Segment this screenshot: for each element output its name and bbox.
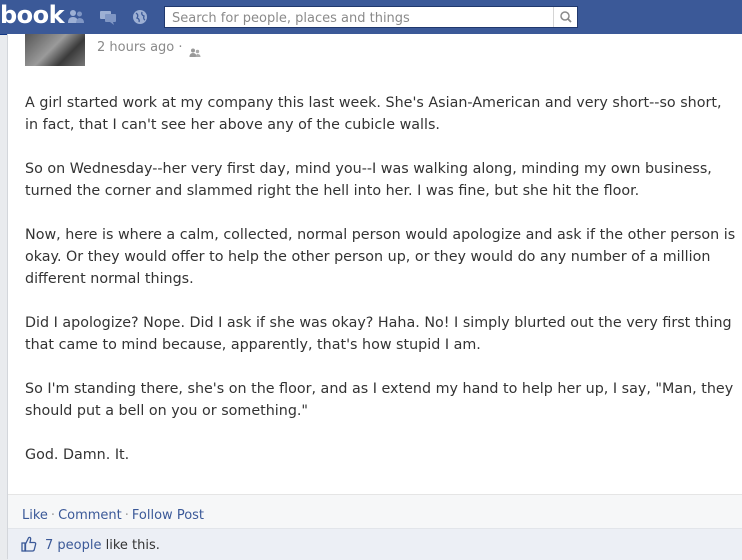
post-paragraph: So I'm standing there, she's on the floo… [25, 381, 734, 419]
facebook-logo[interactable]: book [0, 1, 65, 29]
post-paragraph: God. Damn. It. [25, 447, 130, 463]
search-icon [560, 11, 572, 23]
search-box [164, 6, 578, 29]
post-body: A girl started work at my company this l… [25, 92, 737, 488]
post-card: 2 hours ago · A girl started work at my … [7, 34, 742, 560]
avatar[interactable] [25, 34, 85, 66]
notifications-icon[interactable] [131, 9, 149, 25]
action-separator: · [50, 508, 56, 523]
post-paragraph: So on Wednesday--her very first day, min… [25, 161, 712, 199]
post-actions-bar: Like · Comment · Follow Post [8, 494, 742, 529]
messages-icon[interactable] [99, 9, 117, 25]
post-actions: Like · Comment · Follow Post [22, 508, 204, 523]
comment-button[interactable]: Comment [58, 508, 122, 523]
top-bar: book [0, 0, 742, 35]
likers-link[interactable]: 7 people [45, 538, 101, 553]
likes-text: 7 people like this. [45, 538, 160, 553]
timestamp-text[interactable]: 2 hours ago [97, 40, 174, 55]
post-paragraph: Did I apologize? Nope. Did I ask if she … [25, 315, 732, 353]
post-timestamp[interactable]: 2 hours ago · [97, 40, 183, 55]
timestamp-separator: · [178, 40, 183, 55]
friends-audience-icon[interactable] [189, 43, 201, 62]
friend-requests-icon[interactable] [67, 9, 85, 25]
search-button[interactable] [553, 7, 577, 27]
action-separator: · [124, 508, 129, 523]
post-paragraph: A girl started work at my company this l… [25, 95, 722, 133]
thumbs-up-icon [21, 536, 37, 556]
like-button[interactable]: Like [22, 508, 48, 523]
follow-post-button[interactable]: Follow Post [132, 508, 204, 523]
likes-summary: 7 people like this. [8, 528, 742, 560]
post-paragraph: Now, here is where a calm, collected, no… [25, 227, 736, 287]
search-input[interactable] [165, 8, 552, 29]
likes-suffix: like this. [101, 538, 160, 553]
